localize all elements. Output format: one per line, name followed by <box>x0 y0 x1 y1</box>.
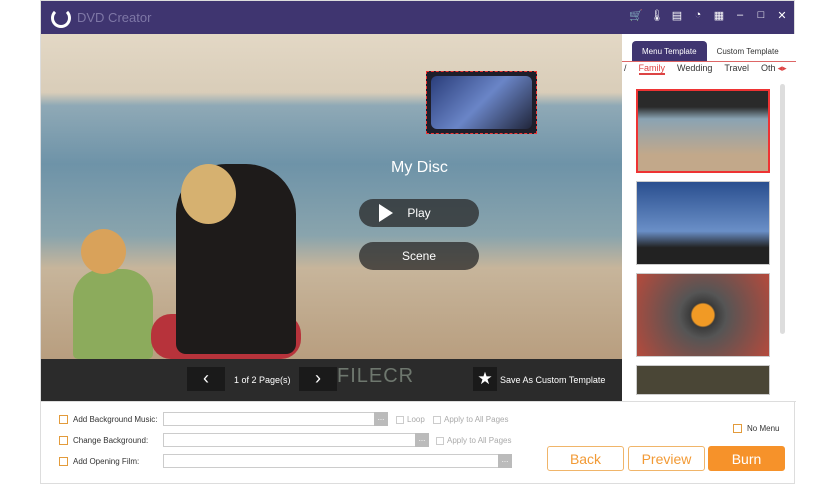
play-icon <box>379 204 393 222</box>
bg-music-label: Add Background Music: <box>73 415 158 424</box>
category-arrows-icon[interactable]: ◂▸ <box>778 63 787 75</box>
page-indicator: 1 of 2 Page(s) <box>234 375 291 385</box>
category-wedding[interactable]: Wedding <box>677 63 712 75</box>
scene-button[interactable]: Scene <box>359 242 479 270</box>
category-other[interactable]: Oth <box>761 63 776 75</box>
category-family[interactable]: Family <box>638 63 666 75</box>
template-thumbnail[interactable] <box>636 89 770 173</box>
menu-preview: My Disc Play Scene <box>41 34 622 359</box>
star-icon[interactable]: ★ <box>473 367 497 391</box>
opening-film-input[interactable] <box>163 454 499 468</box>
document-icon[interactable]: ▤ <box>671 9 683 22</box>
change-bg-input[interactable] <box>163 433 416 447</box>
app-title: DVD Creator <box>77 10 152 25</box>
disc-title[interactable]: My Disc <box>391 159 448 177</box>
bg-music-input[interactable] <box>163 412 375 426</box>
template-thumbnail[interactable] <box>636 365 770 395</box>
bg-apply-all-checkbox[interactable] <box>436 436 444 445</box>
bg-music-browse-button[interactable]: ... <box>374 412 388 426</box>
tab-menu-template[interactable]: Menu Template <box>632 41 707 62</box>
tab-custom-template[interactable]: Custom Template <box>707 41 789 62</box>
change-bg-browse-button[interactable]: ... <box>415 433 429 447</box>
bg-music-checkbox[interactable] <box>59 415 68 424</box>
no-menu-label: No Menu <box>747 424 780 433</box>
music-apply-all-label: Apply to All Pages <box>444 415 509 424</box>
title-bar: DVD Creator 🛒 🌡 ▤ ◔ ▦ – □ ✕ <box>41 1 794 34</box>
category-travel[interactable]: Travel <box>724 63 749 75</box>
opening-film-checkbox[interactable] <box>59 457 68 466</box>
play-label: Play <box>407 206 431 220</box>
category-scroll-left[interactable]: / <box>624 63 627 75</box>
support-icon[interactable]: ◔ <box>692 9 704 22</box>
loop-checkbox[interactable] <box>396 415 404 424</box>
back-button[interactable]: Back <box>547 446 624 471</box>
app-window: DVD Creator 🛒 🌡 ▤ ◔ ▦ – □ ✕ My Disc Play… <box>40 0 796 485</box>
page-navigation-bar: ‹ 1 of 2 Page(s) › FILECR ★ Save As Cust… <box>41 359 622 401</box>
opening-film-label: Add Opening Film: <box>73 457 140 466</box>
background-photo-child <box>73 269 153 359</box>
bg-apply-all-label: Apply to All Pages <box>447 436 512 445</box>
preview-button[interactable]: Preview <box>628 446 705 471</box>
prev-page-button[interactable]: ‹ <box>187 367 225 391</box>
background-photo-child-head <box>81 229 126 274</box>
change-bg-label: Change Background: <box>73 436 149 445</box>
opening-film-browse-button[interactable]: ... <box>498 454 512 468</box>
loop-label: Loop <box>407 415 425 424</box>
minimize-icon[interactable]: – <box>734 9 746 22</box>
play-button[interactable]: Play <box>359 199 479 227</box>
next-page-button[interactable]: › <box>299 367 337 391</box>
music-apply-all-checkbox[interactable] <box>433 415 441 424</box>
template-scrollbar[interactable] <box>780 84 785 334</box>
app-logo-icon <box>51 7 71 28</box>
background-photo-mother-head <box>181 164 236 224</box>
burn-button[interactable]: Burn <box>708 446 785 471</box>
template-panel: Menu Template Custom Template / Family W… <box>622 34 796 401</box>
thermometer-icon[interactable]: 🌡 <box>650 9 664 22</box>
scene-label: Scene <box>401 249 437 263</box>
selected-thumbnail-frame[interactable] <box>426 71 537 134</box>
save-custom-template-button[interactable]: Save As Custom Template <box>500 375 605 385</box>
close-icon[interactable]: ✕ <box>776 9 788 22</box>
watermark: FILECR <box>337 365 415 387</box>
cart-icon[interactable]: 🛒 <box>629 9 643 22</box>
no-menu-checkbox[interactable] <box>733 424 742 433</box>
tab-divider <box>622 61 796 62</box>
template-thumbnail[interactable] <box>636 181 770 265</box>
maximize-icon[interactable]: □ <box>755 9 767 22</box>
feedback-icon[interactable]: ▦ <box>713 9 725 22</box>
options-panel: Add Background Music: ... Loop Apply to … <box>41 401 796 485</box>
template-thumbnail[interactable] <box>636 273 770 357</box>
change-bg-checkbox[interactable] <box>59 436 68 445</box>
